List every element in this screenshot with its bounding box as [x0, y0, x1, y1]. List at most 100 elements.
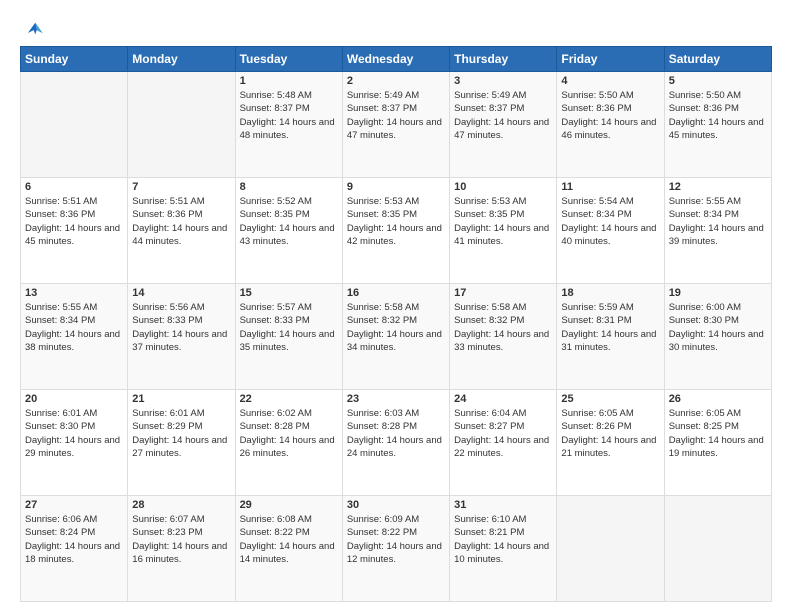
week-row-3: 13 Sunrise: 5:55 AM Sunset: 8:34 PM Dayli… [21, 284, 772, 390]
day-cell: 6 Sunrise: 5:51 AM Sunset: 8:36 PM Daylig… [21, 178, 128, 284]
day-number: 2 [347, 75, 445, 87]
day-cell: 4Sunrise: 5:50 AM Sunset: 8:36 PM Daylig… [557, 72, 664, 178]
day-cell: 20Sunrise: 6:01 AM Sunset: 8:30 PM Dayli… [21, 390, 128, 496]
day-cell: 31 Sunrise: 6:10 AM Sunset: 8:21 PM Dayli… [450, 496, 557, 602]
day-cell: 17Sunrise: 5:58 AM Sunset: 8:32 PM Dayli… [450, 284, 557, 390]
day-number: 10 [454, 181, 552, 193]
day-number: 30 [347, 499, 445, 511]
day-cell: 30 Sunrise: 6:09 AM Sunset: 8:22 PM Dayli… [342, 496, 449, 602]
week-row-1: 1 Sunrise: 5:48 AM Sunset: 8:37 PM Daylig… [21, 72, 772, 178]
day-cell: 11 Sunrise: 5:54 AM Sunset: 8:34 PM Dayli… [557, 178, 664, 284]
day-number: 13 [25, 287, 123, 299]
day-cell: 9 Sunrise: 5:53 AM Sunset: 8:35 PM Daylig… [342, 178, 449, 284]
day-detail: Sunrise: 6:08 AM Sunset: 8:22 PM Dayligh… [240, 513, 338, 566]
day-number: 15 [240, 287, 338, 299]
calendar-table: SundayMondayTuesdayWednesdayThursdayFrid… [20, 46, 772, 602]
day-cell: 5 Sunrise: 5:50 AM Sunset: 8:36 PM Daylig… [664, 72, 771, 178]
day-number: 6 [25, 181, 123, 193]
week-row-2: 6 Sunrise: 5:51 AM Sunset: 8:36 PM Daylig… [21, 178, 772, 284]
day-number: 22 [240, 393, 338, 405]
day-cell: 19 Sunrise: 6:00 AM Sunset: 8:30 PM Dayli… [664, 284, 771, 390]
day-detail: Sunrise: 5:54 AM Sunset: 8:34 PM Dayligh… [561, 195, 659, 248]
day-number: 21 [132, 393, 230, 405]
day-cell [557, 496, 664, 602]
day-detail: Sunrise: 6:01 AM Sunset: 8:30 PM Dayligh… [25, 407, 123, 460]
day-detail: Sunrise: 5:48 AM Sunset: 8:37 PM Dayligh… [240, 89, 338, 142]
day-detail: Sunrise: 6:06 AM Sunset: 8:24 PM Dayligh… [25, 513, 123, 566]
day-number: 7 [132, 181, 230, 193]
day-detail: Sunrise: 6:09 AM Sunset: 8:22 PM Dayligh… [347, 513, 445, 566]
day-detail: Sunrise: 5:51 AM Sunset: 8:36 PM Dayligh… [25, 195, 123, 248]
day-cell: 7 Sunrise: 5:51 AM Sunset: 8:36 PM Daylig… [128, 178, 235, 284]
day-number: 19 [669, 287, 767, 299]
day-number: 16 [347, 287, 445, 299]
weekday-header-saturday: Saturday [664, 47, 771, 72]
day-cell: 25Sunrise: 6:05 AM Sunset: 8:26 PM Dayli… [557, 390, 664, 496]
day-detail: Sunrise: 5:55 AM Sunset: 8:34 PM Dayligh… [25, 301, 123, 354]
day-cell: 23Sunrise: 6:03 AM Sunset: 8:28 PM Dayli… [342, 390, 449, 496]
day-cell: 18 Sunrise: 5:59 AM Sunset: 8:31 PM Dayli… [557, 284, 664, 390]
day-number: 5 [669, 75, 767, 87]
day-number: 25 [561, 393, 659, 405]
weekday-header-monday: Monday [128, 47, 235, 72]
day-detail: Sunrise: 6:10 AM Sunset: 8:21 PM Dayligh… [454, 513, 552, 566]
day-cell: 10 Sunrise: 5:53 AM Sunset: 8:35 PM Dayli… [450, 178, 557, 284]
day-number: 23 [347, 393, 445, 405]
day-number: 11 [561, 181, 659, 193]
day-cell [664, 496, 771, 602]
day-number: 3 [454, 75, 552, 87]
day-detail: Sunrise: 6:00 AM Sunset: 8:30 PM Dayligh… [669, 301, 767, 354]
day-detail: Sunrise: 5:53 AM Sunset: 8:35 PM Dayligh… [347, 195, 445, 248]
day-cell [21, 72, 128, 178]
weekday-header-row: SundayMondayTuesdayWednesdayThursdayFrid… [21, 47, 772, 72]
day-cell: 1 Sunrise: 5:48 AM Sunset: 8:37 PM Daylig… [235, 72, 342, 178]
weekday-header-friday: Friday [557, 47, 664, 72]
day-number: 18 [561, 287, 659, 299]
day-cell: 22Sunrise: 6:02 AM Sunset: 8:28 PM Dayli… [235, 390, 342, 496]
day-detail: Sunrise: 5:57 AM Sunset: 8:33 PM Dayligh… [240, 301, 338, 354]
day-cell: 12Sunrise: 5:55 AM Sunset: 8:34 PM Dayli… [664, 178, 771, 284]
day-cell: 15 Sunrise: 5:57 AM Sunset: 8:33 PM Dayli… [235, 284, 342, 390]
day-cell: 26 Sunrise: 6:05 AM Sunset: 8:25 PM Dayli… [664, 390, 771, 496]
day-detail: Sunrise: 6:04 AM Sunset: 8:27 PM Dayligh… [454, 407, 552, 460]
day-detail: Sunrise: 5:59 AM Sunset: 8:31 PM Dayligh… [561, 301, 659, 354]
day-cell: 8Sunrise: 5:52 AM Sunset: 8:35 PM Daylig… [235, 178, 342, 284]
day-detail: Sunrise: 5:50 AM Sunset: 8:36 PM Dayligh… [669, 89, 767, 142]
day-number: 17 [454, 287, 552, 299]
day-number: 24 [454, 393, 552, 405]
page: SundayMondayTuesdayWednesdayThursdayFrid… [0, 0, 792, 612]
day-number: 26 [669, 393, 767, 405]
day-cell: 14 Sunrise: 5:56 AM Sunset: 8:33 PM Dayli… [128, 284, 235, 390]
day-detail: Sunrise: 5:49 AM Sunset: 8:37 PM Dayligh… [347, 89, 445, 142]
day-number: 31 [454, 499, 552, 511]
day-number: 27 [25, 499, 123, 511]
day-detail: Sunrise: 5:49 AM Sunset: 8:37 PM Dayligh… [454, 89, 552, 142]
day-cell: 16 Sunrise: 5:58 AM Sunset: 8:32 PM Dayli… [342, 284, 449, 390]
weekday-header-tuesday: Tuesday [235, 47, 342, 72]
day-detail: Sunrise: 5:56 AM Sunset: 8:33 PM Dayligh… [132, 301, 230, 354]
header [20, 18, 772, 36]
weekday-header-thursday: Thursday [450, 47, 557, 72]
day-detail: Sunrise: 5:51 AM Sunset: 8:36 PM Dayligh… [132, 195, 230, 248]
day-detail: Sunrise: 6:01 AM Sunset: 8:29 PM Dayligh… [132, 407, 230, 460]
day-cell: 3 Sunrise: 5:49 AM Sunset: 8:37 PM Daylig… [450, 72, 557, 178]
day-detail: Sunrise: 6:07 AM Sunset: 8:23 PM Dayligh… [132, 513, 230, 566]
day-cell [128, 72, 235, 178]
week-row-4: 20Sunrise: 6:01 AM Sunset: 8:30 PM Dayli… [21, 390, 772, 496]
weekday-header-sunday: Sunday [21, 47, 128, 72]
day-number: 1 [240, 75, 338, 87]
logo [20, 18, 44, 36]
logo-bird-icon [22, 18, 44, 40]
day-cell: 2 Sunrise: 5:49 AM Sunset: 8:37 PM Daylig… [342, 72, 449, 178]
day-detail: Sunrise: 5:58 AM Sunset: 8:32 PM Dayligh… [347, 301, 445, 354]
day-cell: 24 Sunrise: 6:04 AM Sunset: 8:27 PM Dayli… [450, 390, 557, 496]
day-detail: Sunrise: 5:52 AM Sunset: 8:35 PM Dayligh… [240, 195, 338, 248]
day-cell: 21 Sunrise: 6:01 AM Sunset: 8:29 PM Dayli… [128, 390, 235, 496]
day-number: 12 [669, 181, 767, 193]
day-number: 9 [347, 181, 445, 193]
day-detail: Sunrise: 6:05 AM Sunset: 8:25 PM Dayligh… [669, 407, 767, 460]
day-cell: 27 Sunrise: 6:06 AM Sunset: 8:24 PM Dayli… [21, 496, 128, 602]
day-detail: Sunrise: 5:53 AM Sunset: 8:35 PM Dayligh… [454, 195, 552, 248]
day-number: 14 [132, 287, 230, 299]
weekday-header-wednesday: Wednesday [342, 47, 449, 72]
